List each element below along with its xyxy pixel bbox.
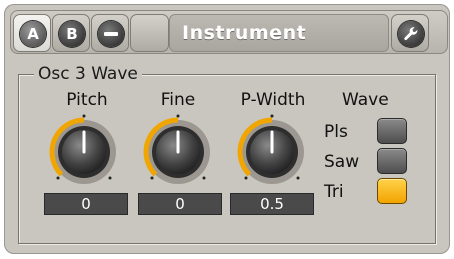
header-spacer bbox=[130, 14, 169, 52]
title-area: Instrument bbox=[169, 14, 389, 52]
fine-knob[interactable] bbox=[138, 112, 218, 192]
preset-a-button[interactable]: A bbox=[13, 14, 51, 52]
panel-header: A B Instrument bbox=[10, 10, 448, 54]
preset-b-label: B bbox=[59, 21, 85, 47]
preset-b-button[interactable]: B bbox=[52, 14, 90, 52]
pitch-knob[interactable] bbox=[44, 112, 124, 192]
wave-saw-button[interactable] bbox=[377, 148, 407, 174]
preset-a-label: A bbox=[20, 21, 46, 47]
minimize-button[interactable] bbox=[91, 14, 129, 52]
minus-icon bbox=[98, 21, 124, 47]
pwidth-value[interactable]: 0.5 bbox=[230, 193, 314, 215]
fine-value[interactable]: 0 bbox=[138, 193, 222, 215]
wave-tri-button[interactable] bbox=[377, 178, 407, 204]
settings-button[interactable] bbox=[391, 14, 429, 52]
group-title: Osc 3 Wave bbox=[34, 64, 142, 84]
wrench-icon bbox=[398, 21, 424, 47]
wave-title: Wave bbox=[342, 90, 389, 110]
pwidth-knob[interactable] bbox=[232, 112, 312, 192]
wave-pls-button[interactable] bbox=[377, 118, 407, 144]
panel-title: Instrument bbox=[182, 22, 307, 44]
pitch-label: Pitch bbox=[66, 90, 108, 110]
pwidth-label: P-Width bbox=[240, 90, 306, 110]
wave-option-label-saw: Saw bbox=[324, 152, 360, 172]
pitch-value[interactable]: 0 bbox=[44, 193, 128, 215]
wave-option-label-pls: Pls bbox=[324, 122, 348, 142]
instrument-panel: A B Instrument Osc 3 Wave Pitch Fine P-W… bbox=[4, 4, 450, 254]
fine-label: Fine bbox=[160, 90, 196, 110]
wave-option-label-tri: Tri bbox=[324, 182, 344, 202]
